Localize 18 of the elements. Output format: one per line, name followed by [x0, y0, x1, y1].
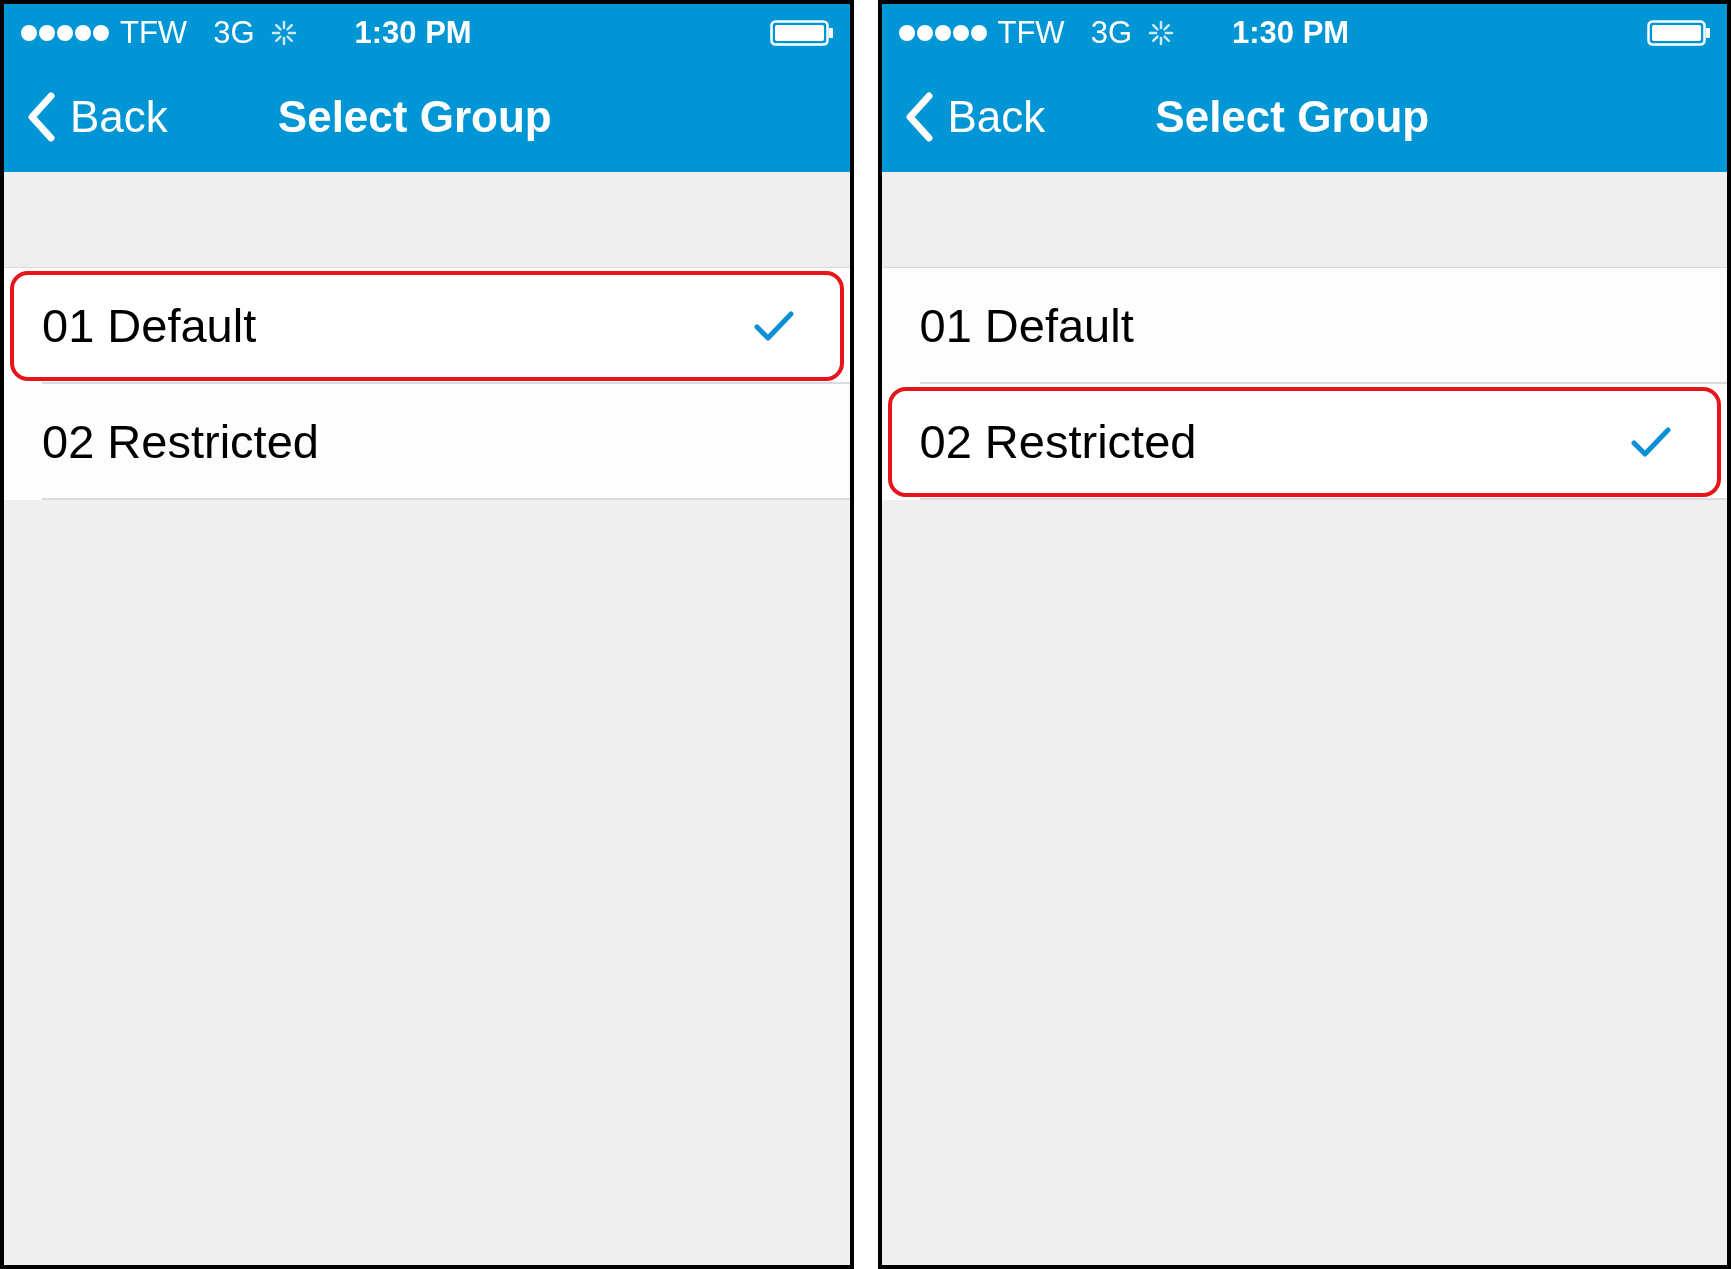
signal-icon: [20, 24, 110, 42]
checkmark-icon: [753, 310, 794, 342]
chevron-left-icon: [26, 92, 56, 142]
signal-icon: [897, 24, 988, 42]
battery-icon: [1647, 20, 1711, 46]
chevron-left-icon: [903, 92, 934, 142]
clock-label: 1:30 PM: [354, 13, 472, 52]
clock-label: 1:30 PM: [1232, 13, 1350, 52]
network-label: 3G: [1090, 13, 1132, 52]
screen-title: Select Group: [277, 91, 552, 143]
carrier-label: TFW: [120, 13, 188, 52]
carrier-label: TFW: [997, 13, 1065, 52]
network-label: 3G: [213, 13, 255, 52]
checkmark-icon: [1631, 426, 1671, 458]
loading-icon: [270, 20, 297, 46]
battery-icon: [769, 20, 834, 46]
screen-title: Select Group: [1155, 91, 1430, 143]
loading-icon: [1148, 20, 1174, 46]
